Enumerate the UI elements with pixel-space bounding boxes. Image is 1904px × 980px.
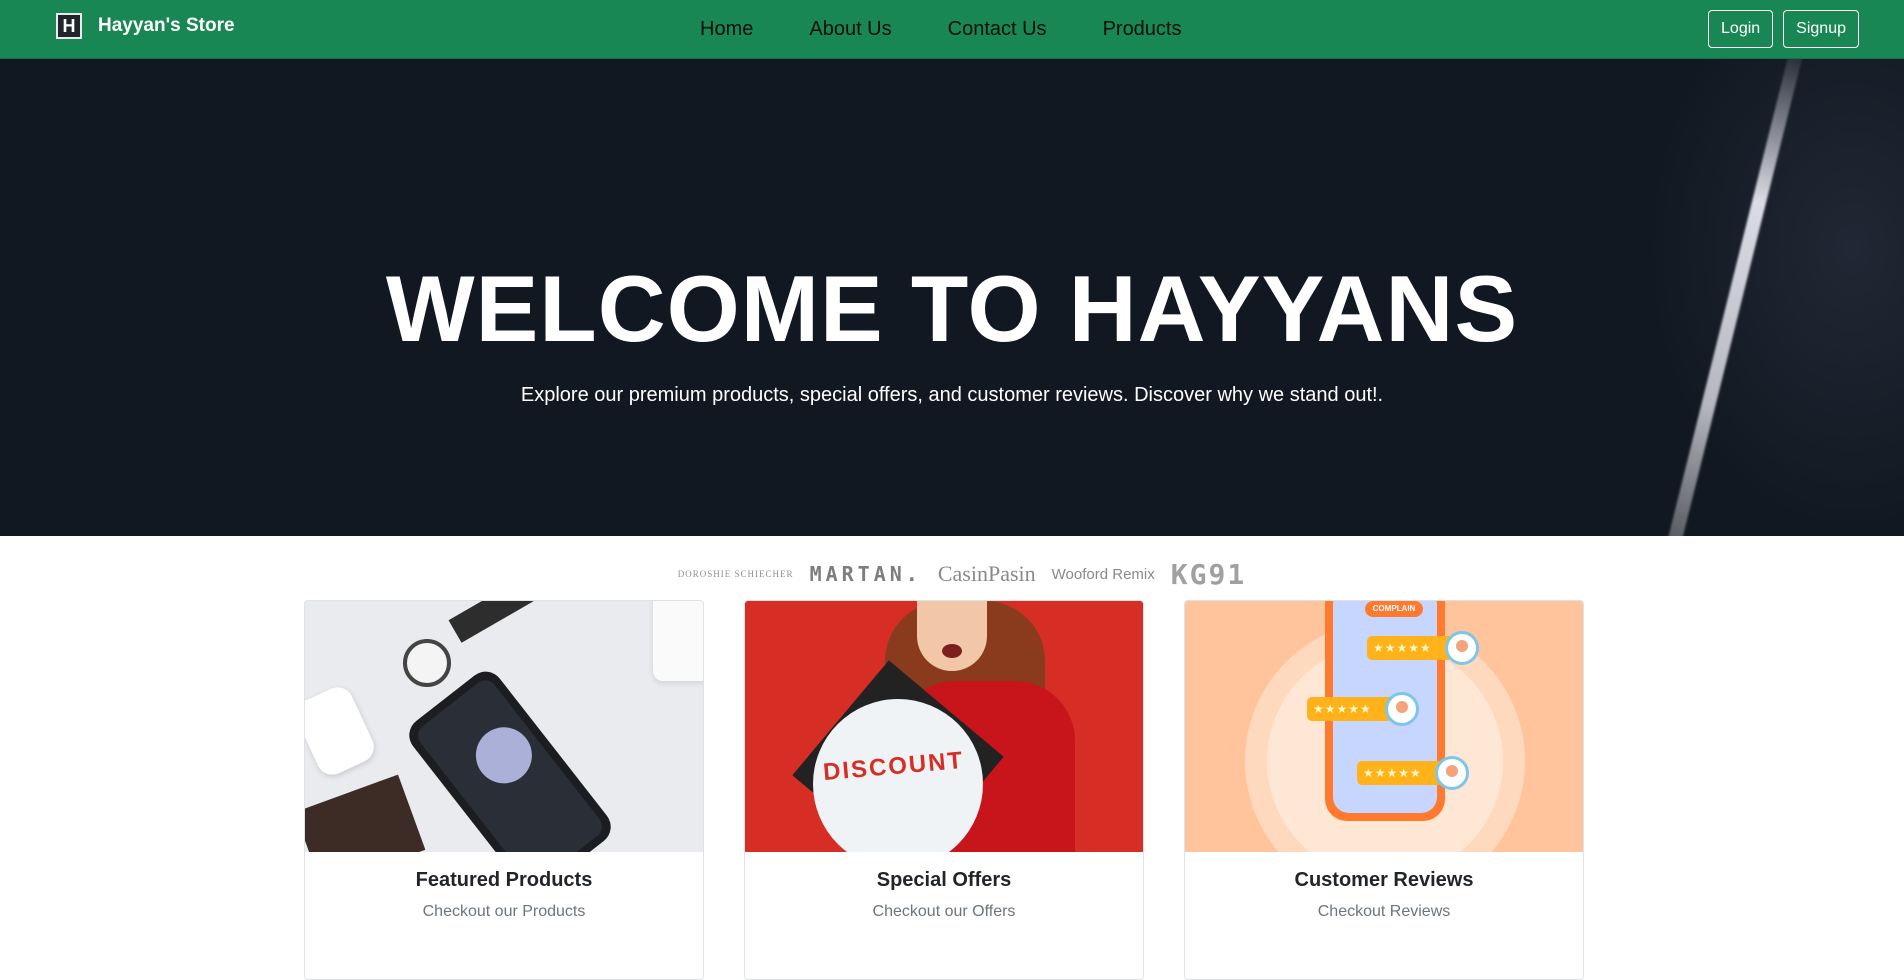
nav-links: Home About Us Contact Us Products [700,0,1182,59]
partner-logo-casinpasin: CasinPasin [937,561,1036,586]
mouth-shape [942,644,962,658]
login-button[interactable]: Login [1708,10,1774,48]
card-title: Featured Products [415,869,593,891]
discount-photo-icon: DISCOUNT [745,601,1143,852]
signup-button[interactable]: Signup [1783,10,1859,48]
brand-name[interactable]: Hayyan's Store [98,15,235,37]
reviewer-avatar-icon [1435,756,1469,790]
reviewer-avatar-icon [1445,631,1479,665]
earbuds-case-shape [305,682,380,780]
face-shape [917,601,987,671]
wallet-shape [305,774,426,852]
card-special-offers[interactable]: DISCOUNT Special Offers Checkout our Off… [744,600,1144,980]
brand-logo-icon: H [56,13,82,39]
nav-link-home[interactable]: Home [700,18,753,41]
card-title: Special Offers [876,869,1012,891]
smartphone-icon [402,664,618,852]
card-link-text[interactable]: Checkout our Products [305,903,703,921]
partner-logo-strip: DOROSHIE SCHIECHER MARTAN. CasinPasin Wo… [0,556,1904,592]
nav-link-about-us[interactable]: About Us [809,18,891,41]
card-featured-products[interactable]: Featured Products Checkout our Products [304,600,704,980]
hero-title: WELCOME TO HAYYANS [385,256,1519,361]
hero-banner: WELCOME TO HAYYANS Explore our premium p… [0,59,1904,536]
products-photo-icon [305,601,703,852]
review-stars-1: ★★★★★ [1367,636,1453,660]
navbar: H Hayyan's Store Home About Us Contact U… [0,0,1904,59]
card-title: Customer Reviews [1294,869,1474,891]
reviewer-avatar-icon [1385,692,1419,726]
card-link-text[interactable]: Checkout Reviews [1185,903,1583,921]
watch-strap-shape [448,601,592,643]
hero-subtitle: Explore our premium products, special of… [520,384,1384,406]
partner-logo-doroshie: DOROSHIE SCHIECHER [677,569,794,579]
watch-icon [403,639,451,687]
reviews-illustration-icon: COMPLAIN ★★★★★ ★★★★★ ★★★★★ [1185,601,1583,852]
review-stars-2: ★★★★★ [1307,697,1393,721]
partner-logo-kg91: KG91 [1170,557,1247,591]
partner-logo-martan: MARTAN. [809,562,922,586]
complain-badge: COMPLAIN [1365,601,1423,617]
screen-widget [464,716,544,795]
nav-link-contact-us[interactable]: Contact Us [948,18,1047,41]
speaker-shape [653,601,703,681]
auth-buttons: Login Signup [1708,10,1859,48]
partner-logo-wooford: Wooford Remix [1051,565,1155,583]
review-stars-3: ★★★★★ [1357,761,1443,785]
card-customer-reviews[interactable]: COMPLAIN ★★★★★ ★★★★★ ★★★★★ Customer Revi… [1184,600,1584,980]
card-link-text[interactable]: Checkout our Offers [745,903,1143,921]
nav-link-products[interactable]: Products [1103,18,1182,41]
phone-screen [413,675,607,852]
brand[interactable]: H Hayyan's Store [56,13,235,39]
